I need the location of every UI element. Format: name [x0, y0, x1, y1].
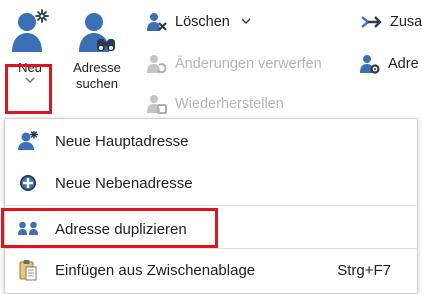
ribbon-toolbar: Neu Adresse suchen Löschen Änderungen ve…: [0, 0, 422, 118]
menu-item-label: Adresse duplizieren: [55, 220, 187, 238]
address-settings-label: Adre: [388, 56, 419, 72]
new-button-label: Neu: [18, 60, 42, 75]
search-address-button[interactable]: Adresse suchen: [62, 8, 132, 112]
person-undo-icon: [147, 55, 167, 74]
merge-button[interactable]: Zusa: [360, 10, 422, 34]
duplicate-address-icon: [17, 220, 39, 238]
chevron-down-icon[interactable]: [238, 17, 254, 27]
merge-arrow-icon: [361, 16, 382, 28]
delete-button[interactable]: Löschen: [147, 10, 254, 34]
menu-item-label: Neue Nebenadresse: [55, 174, 193, 192]
person-sparkle-icon: [12, 9, 49, 52]
new-dropdown-menu: Neue Hauptadresse Neue Nebenadresse Adre…: [4, 118, 418, 294]
search-address-label: Adresse suchen: [73, 60, 121, 91]
menu-item-new-sub-address[interactable]: Neue Nebenadresse: [5, 163, 417, 203]
menu-item-label: Neue Hauptadresse: [55, 132, 189, 150]
chevron-down-icon[interactable]: [25, 77, 35, 84]
menu-separator: [5, 248, 417, 249]
new-button[interactable]: Neu: [5, 8, 55, 112]
menu-item-shortcut: Strg+F7: [337, 261, 391, 279]
menu-item-new-main-address[interactable]: Neue Hauptadresse: [5, 121, 417, 161]
clipboard-paste-icon: [17, 259, 39, 281]
person-delete-icon: [147, 13, 167, 31]
menu-item-duplicate-address[interactable]: Adresse duplizieren: [5, 209, 417, 249]
menu-separator: [5, 205, 417, 206]
sub-address-icon: [17, 173, 39, 193]
person-restore-icon: [147, 95, 167, 114]
person-settings-icon: [360, 55, 380, 74]
main-address-icon: [17, 131, 39, 151]
delete-button-label: Löschen: [175, 14, 230, 30]
merge-label: Zusa: [390, 14, 422, 30]
person-binoculars-icon: [79, 13, 115, 52]
menu-item-label: Einfügen aus Zwischenablage: [55, 261, 256, 279]
menu-item-paste-from-clipboard[interactable]: Einfügen aus Zwischenablage Strg+F7: [5, 250, 417, 290]
discard-changes-button[interactable]: Änderungen verwerfen: [147, 52, 322, 76]
discard-changes-label: Änderungen verwerfen: [175, 56, 322, 72]
address-settings-button[interactable]: Adre: [360, 52, 419, 76]
restore-label: Wiederherstellen: [175, 96, 284, 112]
restore-button[interactable]: Wiederherstellen: [147, 92, 284, 116]
